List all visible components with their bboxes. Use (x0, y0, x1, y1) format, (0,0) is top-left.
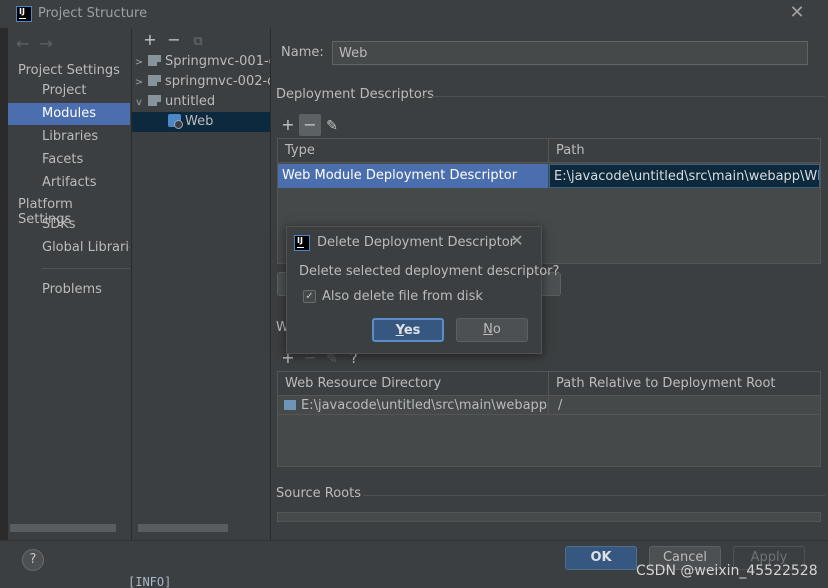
tree-row-label: springmvc-002-da (165, 74, 270, 89)
web-folder-icon (284, 400, 296, 410)
section-divider (421, 96, 825, 97)
sidebar-item-facets[interactable]: Facets (8, 149, 130, 171)
web-facet-icon (168, 114, 183, 129)
project-structure-window: IJ Project Structure ✕ ←→ Project Settin… (0, 0, 828, 588)
tree-row-web-facet[interactable]: Web (132, 112, 270, 132)
module-folder-icon (148, 75, 162, 87)
sidebar-item-modules[interactable]: Modules (8, 103, 130, 125)
csdn-watermark: CSDN @weixin_45522528 (636, 563, 818, 579)
dd-toolbar: + − ✎ (277, 114, 343, 136)
source-roots-title: Source Roots (276, 486, 362, 501)
delete-file-checkbox-label[interactable]: Also delete file from disk (322, 289, 483, 304)
sidebar-item-artifacts[interactable]: Artifacts (8, 172, 130, 194)
yes-button[interactable]: Yes (372, 318, 444, 342)
dialog-footer: ? [INFO] OK Cancel Apply CSDN @weixin_45… (0, 540, 828, 588)
nav-arrows: ←→ (16, 34, 63, 53)
dialog-message: Delete selected deployment descriptor? (299, 264, 560, 279)
add-descriptor-icon[interactable]: + (277, 114, 299, 136)
background-editor-strip (0, 28, 8, 540)
yes-label-rest: es (403, 323, 421, 338)
delete-file-checkbox[interactable]: ✓ (303, 290, 316, 303)
dialog-close-icon[interactable]: ✕ (509, 232, 525, 250)
sidebar-divider (42, 268, 130, 269)
tree-row-label: Springmvc-001-d (165, 54, 270, 69)
sidebar-item-global-libraries[interactable]: Global Libraries (8, 237, 130, 259)
column-header-relative-path[interactable]: Path Relative to Deployment Root (549, 372, 819, 396)
descriptor-path-cell[interactable]: E:\javacode\untitled\src\main\webapp\WEB… (549, 164, 820, 188)
window-close-icon[interactable]: ✕ (788, 3, 806, 23)
sidebar-item-problems[interactable]: Problems (8, 279, 130, 301)
column-header-type[interactable]: Type (278, 139, 548, 163)
resource-directory-text: E:\javacode\untitled\src\main\webapp (301, 398, 548, 413)
no-mnemonic: N (483, 322, 493, 337)
remove-module-icon[interactable]: − (162, 30, 186, 49)
table-header: Type Path (278, 139, 820, 163)
module-folder-icon (148, 95, 162, 107)
chevron-right-icon[interactable]: > (132, 73, 146, 92)
module-tree: +−⧉ > Springmvc-001-d > springmvc-002-da v… (131, 28, 270, 540)
project-settings-header: Project Settings (18, 63, 120, 78)
chevron-down-icon[interactable]: v (132, 93, 146, 112)
relative-path-cell[interactable]: / (554, 397, 814, 415)
tree-row-label: Web (185, 114, 214, 129)
source-roots-list[interactable] (277, 512, 821, 522)
sidebar-item-libraries[interactable]: Libraries (8, 126, 130, 148)
back-arrow-icon[interactable]: ← (16, 34, 39, 53)
module-folder-icon (148, 55, 162, 67)
descriptor-type-cell[interactable]: Web Module Deployment Descriptor (278, 164, 548, 188)
deployment-descriptors-title: Deployment Descriptors (276, 87, 434, 102)
tree-row-springmvc-001[interactable]: > Springmvc-001-d (132, 52, 270, 72)
tree-row-untitled[interactable]: v untitled (132, 92, 270, 112)
column-separator (548, 397, 549, 415)
column-header-path[interactable]: Path (549, 139, 819, 163)
name-label: Name: (281, 45, 324, 60)
sidebar-item-sdks[interactable]: SDKs (8, 214, 130, 236)
section-divider (363, 495, 825, 496)
chevron-right-icon[interactable]: > (132, 53, 146, 72)
remove-descriptor-icon[interactable]: − (299, 114, 321, 136)
intellij-logo-icon: IJ (294, 235, 310, 251)
background-log-text: [INFO] (128, 575, 172, 588)
tree-toolbar: + − ⧉ (138, 30, 210, 50)
sidebar-item-project[interactable]: Project (8, 80, 130, 102)
tree-row-label: untitled (165, 94, 216, 109)
no-button[interactable]: No (456, 318, 528, 342)
delete-descriptor-dialog: IJ Delete Deployment Descriptor ✕ Delete… (286, 226, 559, 354)
no-label-rest: o (492, 322, 501, 337)
ok-button[interactable]: OK (565, 546, 637, 570)
add-module-icon[interactable]: + (138, 30, 162, 49)
tree-row-springmvc-002[interactable]: > springmvc-002-da (132, 72, 270, 92)
resource-directory-cell[interactable]: E:\javacode\untitled\src\main\webapp (278, 397, 548, 415)
facet-name-input[interactable] (332, 41, 808, 65)
copy-module-icon[interactable]: ⧉ (186, 34, 210, 49)
intellij-logo-icon: IJ (16, 6, 32, 22)
column-header-directory[interactable]: Web Resource Directory (278, 372, 548, 396)
forward-arrow-icon[interactable]: → (39, 34, 62, 53)
dialog-title: Delete Deployment Descriptor (317, 235, 516, 250)
web-resource-table: Web Resource Directory Path Relative to … (277, 371, 821, 467)
edit-descriptor-icon[interactable]: ✎ (321, 115, 343, 137)
table-row[interactable]: Web Module Deployment Descriptor E:\java… (278, 164, 820, 188)
settings-sidebar: ←→ Project Settings Project Modules Libr… (8, 28, 130, 540)
table-row[interactable]: E:\javacode\untitled\src\main\webapp / (278, 397, 820, 415)
sidebar-scrollbar[interactable] (10, 524, 116, 532)
window-title: Project Structure (38, 6, 148, 21)
table-header: Web Resource Directory Path Relative to … (278, 372, 820, 396)
title-bar: IJ Project Structure ✕ (0, 0, 828, 28)
help-button[interactable]: ? (22, 549, 44, 571)
yes-mnemonic: Y (395, 323, 404, 338)
tree-scrollbar[interactable] (138, 524, 228, 532)
